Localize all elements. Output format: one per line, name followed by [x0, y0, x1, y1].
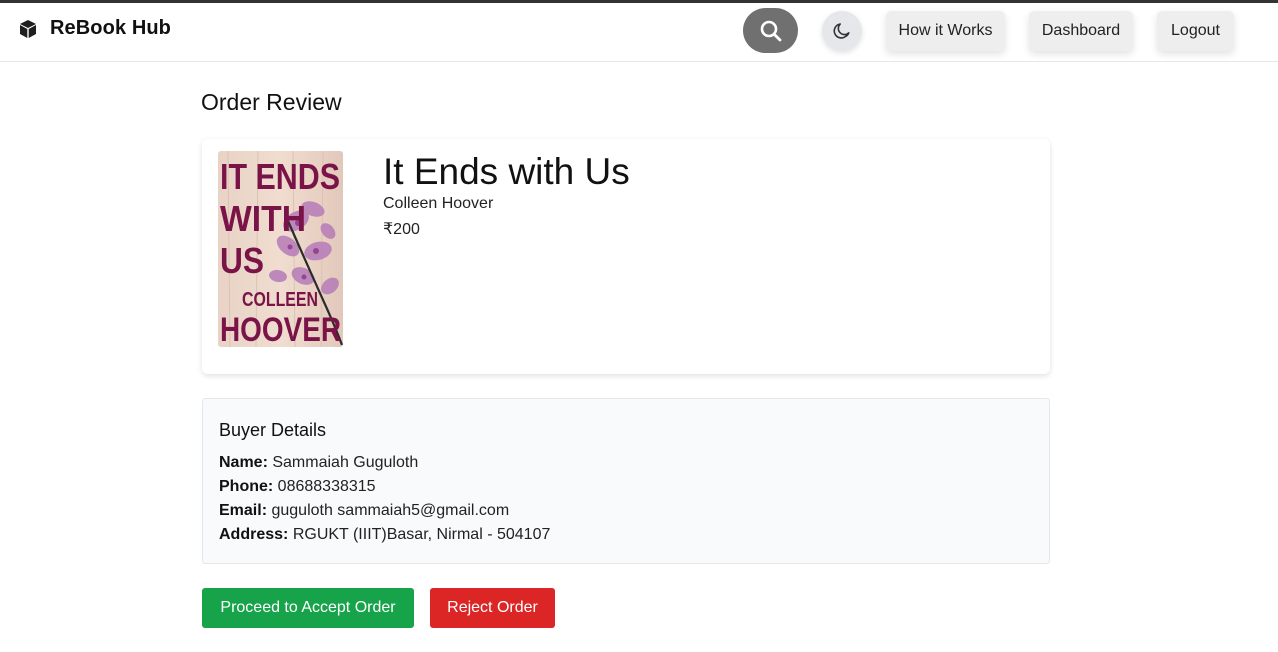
book-author: Colleen Hoover	[383, 195, 494, 212]
buyer-phone-row: Phone: 08688338315	[219, 478, 376, 496]
buyer-email-value: guguloth sammaiah5@gmail.com	[271, 502, 510, 519]
dashboard-button[interactable]: Dashboard	[1029, 11, 1133, 51]
cover-text-line-5: HOOVER	[220, 311, 341, 347]
cover-text-line-4: COLLEEN	[242, 289, 318, 311]
buyer-phone-value: 08688338315	[277, 478, 376, 495]
search-button[interactable]	[743, 8, 798, 53]
cover-text-line-3: US	[220, 240, 264, 281]
book-title: It Ends with Us	[383, 151, 630, 192]
theme-toggle-button[interactable]	[822, 11, 862, 51]
buyer-address-row: Address: RGUKT (IIIT)Basar, Nirmal - 504…	[219, 526, 550, 544]
cover-text-line-2: WITH	[220, 198, 306, 239]
book-price: ₹200	[383, 221, 420, 238]
buyer-details-heading: Buyer Details	[219, 420, 327, 440]
app-name: ReBook Hub	[50, 17, 171, 39]
buyer-email-row: Email: guguloth sammaiah5@gmail.com	[219, 502, 509, 520]
book-cover-image: IT ENDS WITH US COLLEEN HOOVER	[218, 151, 343, 347]
buyer-details-card: Buyer Details Name: Sammaiah Guguloth Ph…	[202, 398, 1050, 564]
cube-icon	[20, 19, 36, 38]
cover-text-line-1: IT ENDS	[220, 156, 340, 197]
how-it-works-button[interactable]: How it Works	[886, 11, 1005, 51]
buyer-name-label: Name:	[219, 454, 268, 471]
moon-icon	[833, 23, 850, 39]
buyer-address-value: RGUKT (IIIT)Basar, Nirmal - 504107	[292, 526, 551, 543]
buyer-name-value: Sammaiah Guguloth	[272, 454, 419, 471]
brand[interactable]: ReBook Hub	[18, 17, 171, 40]
buyer-name-row: Name: Sammaiah Guguloth	[219, 454, 418, 472]
buyer-email-label: Email:	[219, 502, 268, 519]
page-title: Order Review	[201, 89, 342, 115]
book-card: IT ENDS WITH US COLLEEN HOOVER It Ends w…	[202, 139, 1050, 374]
search-icon	[760, 20, 781, 41]
accept-order-button[interactable]: Proceed to Accept Order	[202, 588, 414, 628]
reject-order-button[interactable]: Reject Order	[430, 588, 555, 628]
buyer-address-label: Address:	[219, 526, 289, 543]
navbar: ReBook Hub How it Works Dashboard Logout	[0, 3, 1278, 62]
buyer-phone-label: Phone:	[219, 478, 274, 495]
logout-button[interactable]: Logout	[1157, 11, 1234, 51]
